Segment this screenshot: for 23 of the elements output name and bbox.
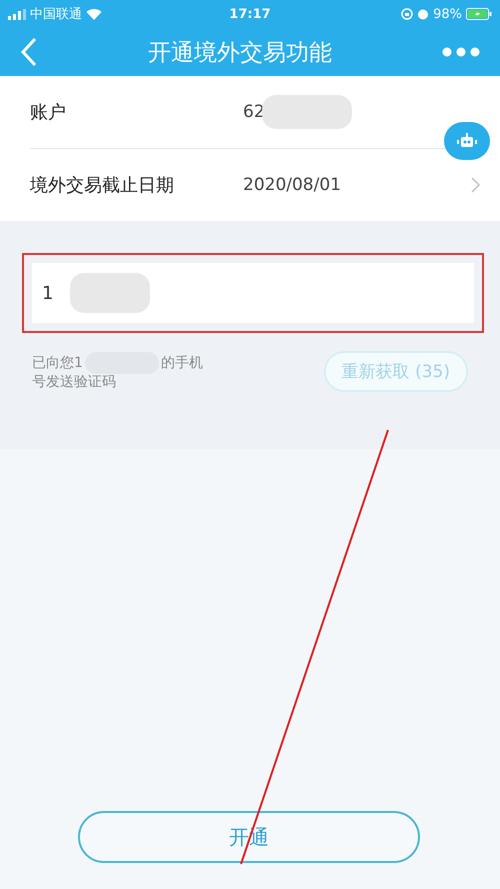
battery-icon <box>466 8 492 20</box>
row-value: 2020/08/01 <box>243 175 341 195</box>
wifi-icon <box>86 8 102 20</box>
code-input-field[interactable]: 1 <box>32 263 474 323</box>
resend-button[interactable]: 重新获取 (35) <box>324 351 468 392</box>
input-value: 1 <box>42 282 54 304</box>
more-icon[interactable] <box>442 47 480 57</box>
page-title: 开通境外交易功能 <box>148 38 332 68</box>
row-label: 账户 <box>30 101 67 124</box>
lock-rotation-icon <box>401 8 414 20</box>
row-value: 62 <box>243 102 265 122</box>
row-label: 境外交易截止日期 <box>30 174 175 197</box>
carrier-name: 中国联通 <box>30 6 82 23</box>
back-button[interactable] <box>20 37 38 67</box>
signal-icon <box>8 8 26 20</box>
sms-note-text: 已向您1 <box>32 354 83 372</box>
robot-icon <box>455 132 479 150</box>
robot-button[interactable] <box>444 122 490 160</box>
chevron-icon[interactable] <box>471 177 480 193</box>
sms-note-text: 的手机 <box>160 354 203 372</box>
battery-percent: 98% <box>433 6 462 22</box>
sms-note-text: 号发送验证码 <box>32 372 116 390</box>
clock-time: 17:17 <box>229 6 271 22</box>
